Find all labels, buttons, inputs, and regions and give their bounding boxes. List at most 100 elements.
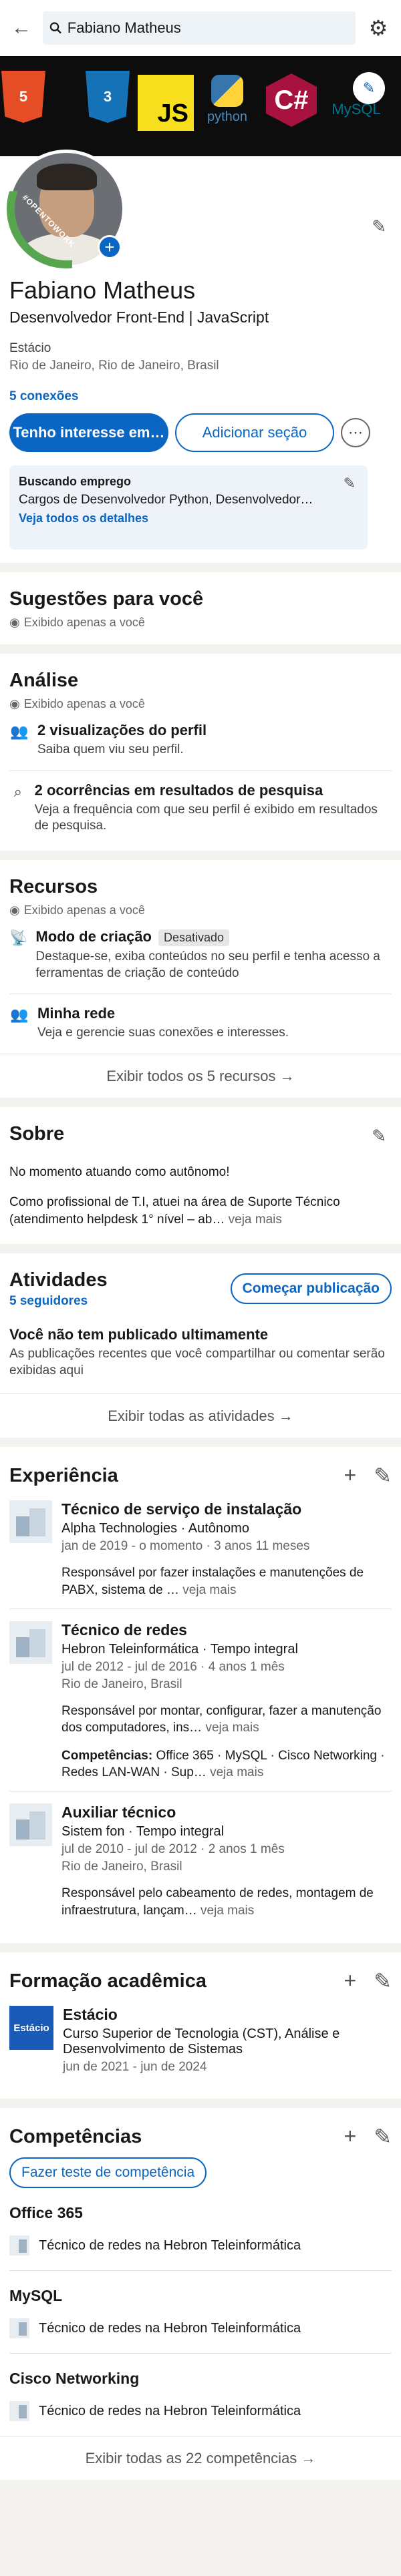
- activity-title: Atividades: [9, 1269, 108, 1291]
- experience-section: Experiência + ✎ Técnico de serviço de ins…: [0, 1447, 401, 1944]
- job-location: Rio de Janeiro, Brasil: [61, 1677, 182, 1691]
- open-to-button[interactable]: Tenho interesse em…: [9, 413, 168, 452]
- no-posts-sub: As publicações recentes que você compart…: [9, 1346, 385, 1377]
- skill-source: Técnico de redes na Hebron Teleinformáti…: [39, 2237, 301, 2253]
- degree-name: Curso Superior de Tecnologia (CST), Anál…: [63, 2026, 340, 2057]
- skill-name: Office 365: [9, 2204, 83, 2222]
- edit-intro-pencil-icon[interactable]: ✎: [372, 216, 386, 237]
- start-post-button[interactable]: Começar publicação: [230, 1273, 392, 1305]
- python-logo: python: [200, 69, 254, 130]
- education-section: Formação acadêmica + ✎ Estácio Estácio Cu…: [0, 1952, 401, 2099]
- school-logo: Estácio: [9, 2006, 53, 2051]
- eye-icon: ◉: [9, 903, 20, 917]
- eye-icon: ◉: [9, 697, 20, 710]
- otw-box-title: Buscando emprego: [19, 475, 132, 488]
- job-title: Técnico de redes: [61, 1621, 187, 1639]
- edit-banner-pencil-icon[interactable]: ✎: [353, 72, 385, 104]
- profile-views-row[interactable]: 👥 2 visualizações do perfil Saiba quem vi…: [9, 711, 392, 771]
- edit-skills-pencil-icon[interactable]: ✎: [374, 2124, 392, 2149]
- edit-experience-pencil-icon[interactable]: ✎: [374, 1463, 392, 1488]
- add-photo-plus-icon[interactable]: +: [98, 235, 122, 259]
- skills-label: Competências:: [61, 1748, 153, 1763]
- experience-item[interactable]: Técnico de serviço de instalação Alpha T…: [9, 1488, 392, 1609]
- creator-mode-title: Modo de criação: [35, 928, 152, 945]
- add-skill-plus-icon[interactable]: +: [344, 2124, 357, 2149]
- avatar-hair: [37, 164, 97, 190]
- html5-logo: 5: [1, 71, 45, 123]
- connections-link[interactable]: 5 conexões: [9, 389, 392, 404]
- school-name: Estácio: [63, 2006, 118, 2024]
- see-more-link[interactable]: veja mais: [229, 1213, 282, 1227]
- search-input[interactable]: [67, 19, 349, 37]
- see-more-link[interactable]: veja mais: [210, 1765, 263, 1779]
- more-options-button[interactable]: ⋯: [341, 418, 370, 447]
- private-label: Exibido apenas a você: [23, 903, 145, 917]
- creator-mode-row[interactable]: 📡 Modo de criação Desativado Destaque-se, …: [9, 917, 392, 995]
- python-logo-label: python: [207, 109, 248, 124]
- company-logo: [9, 2235, 29, 2256]
- my-network-title: Minha rede: [37, 1005, 116, 1022]
- edit-about-pencil-icon[interactable]: ✎: [372, 1126, 386, 1146]
- search-appearances-sub: Veja a frequência com que seu perfil é e…: [34, 802, 378, 833]
- company-name: Alpha Technologies · Autônomo: [61, 1521, 249, 1536]
- company-logo: [9, 1803, 52, 1847]
- job-title: Técnico de serviço de instalação: [61, 1500, 302, 1518]
- private-label: Exibido apenas a você: [23, 697, 145, 710]
- back-arrow-icon[interactable]: ←: [9, 17, 33, 39]
- suggestions-private-note: ◉ Exibido apenas a você: [9, 616, 392, 630]
- resources-section: Recursos ◉ Exibido apenas a você 📡 Modo d…: [0, 860, 401, 1098]
- analytics-title: Análise: [9, 670, 79, 691]
- search-box[interactable]: [43, 11, 356, 45]
- search-appearances-row[interactable]: ⌕ 2 ocorrências em resultados de pesquis…: [9, 771, 392, 847]
- analytics-section: Análise ◉ Exibido apenas a você 👥 2 visua…: [0, 654, 401, 851]
- otw-box-desc: Cargos de Desenvolvedor Python, Desenvol…: [19, 493, 313, 507]
- followers-link[interactable]: 5 seguidores: [9, 1294, 108, 1309]
- skill-source: Técnico de redes na Hebron Teleinformáti…: [39, 2320, 301, 2336]
- python-snake-icon: [211, 74, 243, 107]
- experience-title: Experiência: [9, 1464, 118, 1486]
- resources-private-note: ◉ Exibido apenas a você: [9, 903, 392, 917]
- open-to-work-box[interactable]: Buscando emprego Cargos de Desenvolvedor…: [9, 465, 368, 550]
- my-network-row[interactable]: 👥 Minha rede Veja e gerencie suas conexõe…: [9, 994, 392, 1054]
- about-title: Sobre: [9, 1123, 65, 1145]
- profile-views-title: 2 visualizações do perfil: [37, 722, 207, 738]
- activity-section: Atividades 5 seguidores Começar publicaç…: [0, 1253, 401, 1438]
- search-icon: ⌕: [13, 783, 22, 800]
- show-all-resources-link[interactable]: Exibir todos os 5 recursos →: [0, 1054, 401, 1098]
- profile-views-sub: Saiba quem viu seu perfil.: [37, 742, 184, 757]
- settings-gear-icon[interactable]: ⚙: [365, 15, 392, 41]
- education-item[interactable]: Estácio Estácio Curso Superior de Tecnol…: [9, 1994, 392, 2084]
- company-name: Sistem fon · Tempo integral: [61, 1824, 225, 1840]
- edit-otw-pencil-icon[interactable]: ✎: [344, 475, 356, 492]
- skill-item[interactable]: Office 365 Técnico de redes na Hebron Te…: [9, 2188, 392, 2272]
- see-more-link[interactable]: veja mais: [200, 1904, 254, 1918]
- show-all-skills-link[interactable]: Exibir todas as 22 competências →: [0, 2436, 401, 2480]
- otw-details-link[interactable]: Veja todos os detalhes: [19, 511, 358, 525]
- see-more-link[interactable]: veja mais: [205, 1721, 259, 1735]
- experience-item[interactable]: Técnico de redes Hebron Teleinformática …: [9, 1609, 392, 1792]
- my-network-sub: Veja e gerencie suas conexões e interess…: [37, 1026, 289, 1040]
- skill-name: MySQL: [9, 2287, 63, 2305]
- job-location: Rio de Janeiro, Brasil: [61, 1860, 182, 1874]
- skill-assessment-button[interactable]: Fazer teste de competência: [9, 2157, 207, 2189]
- add-experience-plus-icon[interactable]: +: [344, 1463, 357, 1488]
- see-more-link[interactable]: veja mais: [182, 1583, 236, 1597]
- skill-item[interactable]: Cisco Networking Técnico de redes na Heb…: [9, 2354, 392, 2436]
- search-icon: [49, 22, 61, 34]
- analytics-private-note: ◉ Exibido apenas a você: [9, 697, 392, 711]
- show-all-activity-link[interactable]: Exibir todas as atividades →: [0, 1393, 401, 1438]
- experience-item[interactable]: Auxiliar técnico Sistem fon · Tempo inte…: [9, 1791, 392, 1928]
- about-text-line1: No momento atuando como autônomo!: [9, 1165, 230, 1180]
- skill-item[interactable]: MySQL Técnico de redes na Hebron Teleinf…: [9, 2271, 392, 2354]
- profile-intro-card: 5 3 JS python C# MySQL ✎ #OPENTOWORK + ✎…: [0, 56, 401, 563]
- job-title: Auxiliar técnico: [61, 1803, 176, 1821]
- add-education-plus-icon[interactable]: +: [344, 1968, 357, 1994]
- edit-education-pencil-icon[interactable]: ✎: [374, 1968, 392, 1994]
- add-section-button[interactable]: Adicionar seção: [175, 413, 334, 452]
- job-dates: jul de 2010 - jul de 2012 · 2 anos 1 mês: [61, 1842, 285, 1857]
- company-logo: [9, 1621, 52, 1664]
- no-posts-title: Você não tem publicado ultimamente: [9, 1325, 269, 1343]
- people-icon: 👥: [10, 1006, 29, 1024]
- suggestions-section: Sugestões para você ◉ Exibido apenas a vo…: [0, 572, 401, 644]
- private-label: Exibido apenas a você: [23, 616, 145, 629]
